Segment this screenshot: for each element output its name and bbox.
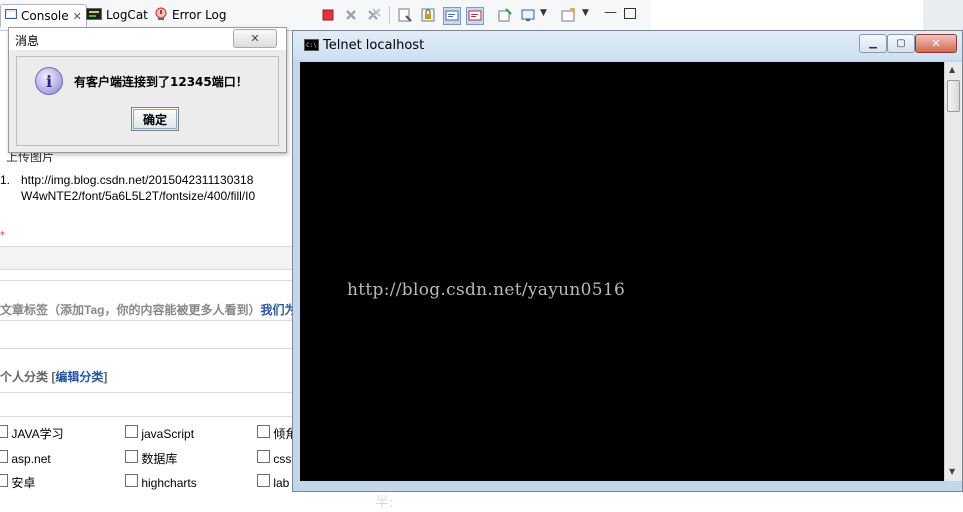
remove-launch-icon[interactable]	[343, 7, 359, 23]
list-item-number: 1.	[0, 173, 11, 187]
tab-error-log[interactable]: Error Log	[154, 4, 227, 26]
category-checkbox[interactable]: 安卓	[0, 474, 35, 491]
maximize-icon[interactable]	[624, 8, 636, 19]
dialog-titlebar[interactable]: 消息 ✕	[9, 28, 286, 50]
divider	[0, 392, 295, 393]
dialog-body: i 有客户端连接到了12345端口！ 确定	[16, 56, 279, 146]
category-checkbox[interactable]: 数据库	[125, 450, 177, 467]
edit-category-link[interactable]: 编辑分类	[55, 370, 103, 384]
remove-all-icon[interactable]	[366, 7, 382, 23]
minimize-icon: ▁	[869, 38, 877, 49]
scroll-up-icon[interactable]: ▲	[949, 65, 955, 74]
vertical-scrollbar[interactable]: ▲ ▼	[944, 62, 962, 481]
image-link-line2[interactable]: W4wNTE2/font/5a6L5L2T/fontsize/400/fill/…	[21, 189, 255, 203]
category-checkbox[interactable]: JAVA学习	[0, 425, 64, 442]
show-on-error-icon[interactable]	[466, 7, 484, 25]
chevron-down-icon[interactable]: ▼	[540, 8, 547, 18]
category-label-row: 个人分类 [编辑分类]	[0, 370, 108, 384]
message-dialog: 消息 ✕ i 有客户端连接到了12345端口！ 确定	[8, 27, 287, 153]
divider	[0, 280, 295, 281]
tags-field-label: 文章标签（添加Tag，你的内容能被更多人看到）我们为	[0, 301, 296, 318]
console-icon	[5, 9, 17, 23]
minimize-icon[interactable]: —	[604, 5, 617, 20]
display-console-icon[interactable]	[520, 7, 536, 23]
tab-error-log-label: Error Log	[172, 8, 227, 22]
category-checkbox[interactable]: lab	[257, 474, 289, 490]
blog-watermark: http://blog.csdn.net/yayun0516	[347, 280, 626, 300]
chevron-down-icon[interactable]: ▼	[582, 8, 589, 18]
minimize-button[interactable]: ▁	[859, 34, 887, 53]
tab-logcat[interactable]: LogCat	[86, 4, 148, 26]
category-checkbox[interactable]: css	[257, 450, 291, 466]
open-console-icon[interactable]	[560, 7, 576, 23]
telnet-title: Telnet localhost	[323, 38, 425, 53]
scroll-down-icon[interactable]: ▼	[949, 467, 955, 476]
console-window-icon: C:\	[304, 39, 319, 51]
image-link-line1[interactable]: http://img.blog.csdn.net/201504231113031…	[21, 173, 253, 187]
scrollbar-thumb[interactable]	[947, 80, 960, 112]
dialog-title: 消息	[15, 34, 40, 48]
maximize-icon: ▢	[896, 38, 906, 49]
console-output-area[interactable]: http://blog.csdn.net/yayun0516 半:	[300, 62, 944, 511]
category-label: 个人分类	[0, 370, 49, 384]
close-icon: ✕	[250, 32, 260, 45]
dialog-close-button[interactable]: ✕	[233, 29, 277, 48]
maximize-button[interactable]: ▢	[887, 34, 915, 53]
scroll-lock-icon[interactable]	[420, 7, 436, 23]
clear-console-icon[interactable]	[397, 7, 413, 23]
telnet-window: C:\ Telnet localhost ▁ ▢ ✕ http://blog.c…	[292, 30, 963, 511]
console-prompt: 半:	[375, 495, 394, 511]
right-edge-strip	[923, 0, 963, 30]
required-marker: *	[0, 230, 5, 241]
divider	[0, 416, 295, 417]
tab-console[interactable]: Console ✕	[0, 4, 87, 27]
terminate-icon[interactable]	[320, 7, 336, 23]
category-checkbox[interactable]: asp.net	[0, 450, 51, 466]
tags-hint: 文章标签（添加Tag，你的内容能被更多人看到）	[0, 303, 261, 317]
error-log-icon	[154, 7, 168, 24]
divider	[0, 348, 295, 349]
dialog-message: 有客户端连接到了12345端口！	[74, 75, 248, 89]
tab-logcat-label: LogCat	[106, 8, 148, 22]
tab-console-label: Console	[21, 9, 69, 23]
category-checkbox[interactable]: highcharts	[125, 474, 197, 490]
info-icon: i	[35, 67, 63, 95]
editor-divider-band	[0, 246, 295, 270]
divider	[0, 320, 295, 321]
show-on-output-icon[interactable]	[443, 7, 461, 25]
telnet-titlebar[interactable]: C:\ Telnet localhost ▁ ▢ ✕	[293, 31, 962, 60]
pin-console-icon[interactable]	[497, 7, 513, 23]
ok-button[interactable]: 确定	[131, 107, 179, 131]
category-checkbox[interactable]: javaScript	[125, 425, 194, 441]
logcat-icon	[86, 7, 102, 23]
toolbar-divider	[389, 6, 390, 24]
close-icon: ✕	[931, 37, 941, 50]
close-button[interactable]: ✕	[915, 34, 957, 53]
close-icon[interactable]: ✕	[73, 10, 82, 23]
